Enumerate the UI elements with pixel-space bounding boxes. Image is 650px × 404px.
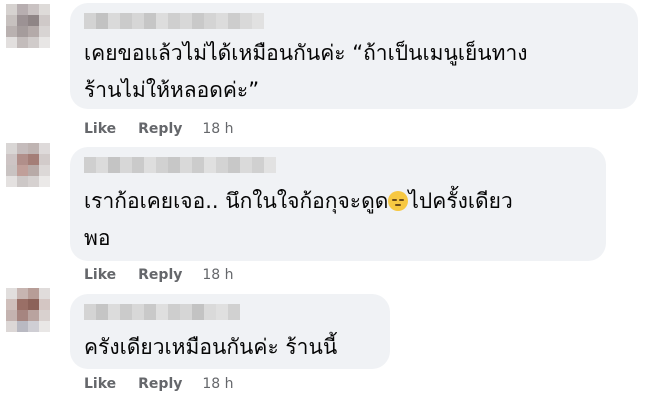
comment-actions: Like Reply 18 h	[84, 267, 234, 283]
avatar[interactable]	[6, 4, 50, 48]
comment-text: เราก้อเคยเจอ.. นึกในใจก้อกุจะดูด ไปครั้งเ…	[84, 183, 513, 257]
comment-text: เคยขอแล้วไม่ได้เหมือนกันค่ะ “ถ้าเป็นเมนู…	[84, 35, 528, 109]
reply-button[interactable]: Reply	[138, 121, 182, 137]
comment-text-segment: ไปครั้งเดียว	[408, 189, 513, 213]
comment-actions: Like Reply 18 h	[84, 376, 234, 392]
comment-text: ครังเดียวเหมือนกันค่ะ ร้านนี้	[84, 329, 337, 366]
comment-bubble: เราก้อเคยเจอ.. นึกในใจก้อกุจะดูด ไปครั้งเ…	[70, 147, 606, 261]
reply-button[interactable]: Reply	[138, 267, 182, 283]
pensive-face-icon	[388, 191, 409, 211]
like-button[interactable]: Like	[84, 376, 116, 392]
avatar[interactable]	[6, 143, 50, 187]
comment-text-segment: เราก้อเคยเจอ.. นึกในใจก้อกุจะดูด	[84, 189, 389, 213]
like-button[interactable]: Like	[84, 267, 116, 283]
commenter-name[interactable]	[84, 13, 264, 29]
commenter-name[interactable]	[84, 304, 240, 320]
avatar[interactable]	[6, 288, 50, 332]
comment-text-line: พอ	[84, 226, 111, 250]
like-button[interactable]: Like	[84, 121, 116, 137]
timestamp[interactable]: 18 h	[202, 267, 233, 283]
comment-bubble: ครังเดียวเหมือนกันค่ะ ร้านนี้	[70, 294, 390, 369]
comment-actions: Like Reply 18 h	[84, 121, 234, 137]
comment-bubble: เคยขอแล้วไม่ได้เหมือนกันค่ะ “ถ้าเป็นเมนู…	[70, 3, 638, 109]
timestamp[interactable]: 18 h	[202, 121, 233, 137]
comment-text-line: เคยขอแล้วไม่ได้เหมือนกันค่ะ “ถ้าเป็นเมนู…	[84, 41, 528, 65]
comment-text-line: ครังเดียวเหมือนกันค่ะ ร้านนี้	[84, 335, 338, 359]
comment-text-line: ร้านไม่ให้หลอดค่ะ”	[84, 78, 260, 102]
commenter-name[interactable]	[84, 157, 276, 173]
reply-button[interactable]: Reply	[138, 376, 182, 392]
timestamp[interactable]: 18 h	[202, 376, 233, 392]
